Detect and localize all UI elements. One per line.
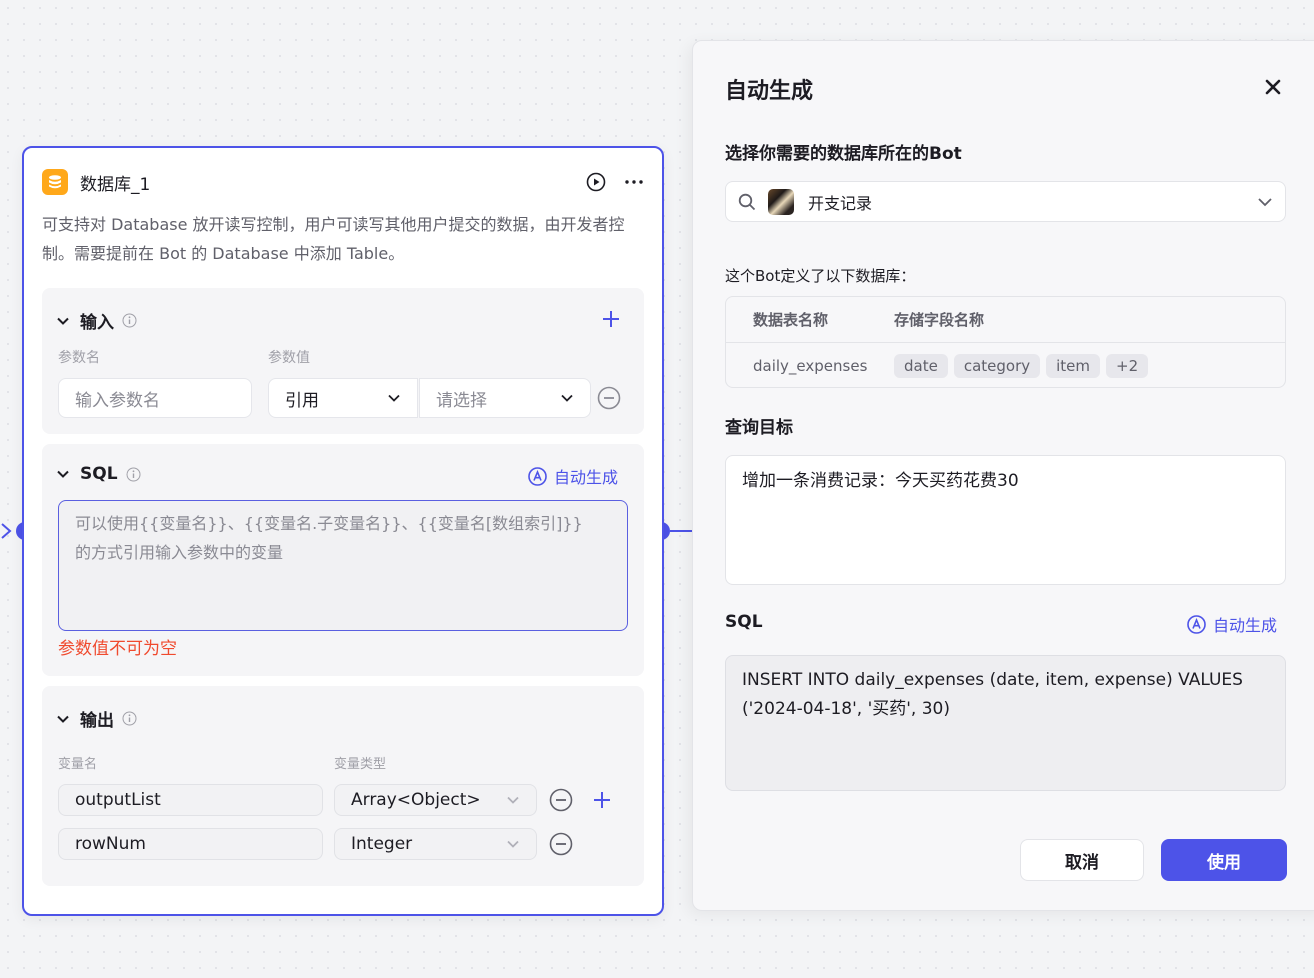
node-header: 数据库_1: [42, 168, 644, 196]
remove-output-icon[interactable]: [549, 788, 573, 812]
table-row: daily_expenses date category item +2: [726, 343, 1285, 387]
sql-section: SQL 自动生成 可以使用{{变量名}}、{{变量名.子变量名}}、{{变量名[…: [42, 444, 644, 676]
output-section: 输出 变量名 变量类型 outputList Array<Object> row…: [42, 686, 644, 886]
output-var-type-select: Integer: [334, 828, 537, 860]
sql-textarea[interactable]: 可以使用{{变量名}}、{{变量名.子变量名}}、{{变量名[数组索引]}} 的…: [58, 500, 628, 631]
output-section-header[interactable]: 输出: [56, 706, 137, 731]
auto-generate-label: 自动生成: [554, 468, 619, 487]
output-var-name-text: outputList: [75, 790, 161, 810]
sql-placeholder-line1: 可以使用{{变量名}}、{{变量名.子变量名}}、{{变量名[数组索引]}}: [75, 514, 583, 533]
bot-select-label: 选择你需要的数据库所在的Bot: [725, 144, 962, 164]
input-section-header[interactable]: 输入: [56, 308, 137, 333]
reference-select[interactable]: 请选择: [419, 378, 591, 418]
bot-avatar: [768, 188, 794, 215]
output-var-type-select: Array<Object>: [334, 784, 537, 816]
sql-placeholder-line2: 的方式引用输入参数中的变量: [75, 543, 284, 562]
input-section-title: 输入: [80, 313, 114, 333]
auto-generate-panel: 自动生成 选择你需要的数据库所在的Bot 开支记录 这个Bot定义了以下数据库：…: [692, 40, 1314, 911]
table-header-fields: 存储字段名称: [894, 311, 985, 329]
auto-generate-button[interactable]: 自动生成: [528, 464, 618, 488]
output-section-title: 输出: [80, 711, 114, 731]
more-fields-tag[interactable]: +2: [1106, 354, 1149, 378]
sql-error-message: 参数值不可为空: [58, 639, 177, 659]
output-var-name-text: rowNum: [75, 834, 146, 854]
chevron-down-icon: [56, 314, 70, 328]
chevron-down-icon: [506, 837, 520, 851]
generated-sql-box[interactable]: INSERT INTO daily_expenses (date, item, …: [725, 655, 1286, 791]
table-header-name: 数据表名称: [753, 311, 829, 329]
auto-generate-icon: [1187, 614, 1206, 634]
value-type-select[interactable]: 引用: [268, 378, 418, 418]
info-icon: [126, 467, 141, 482]
run-icon[interactable]: [586, 172, 606, 192]
var-type-label: 变量类型: [334, 757, 387, 772]
chevron-down-icon: [56, 467, 70, 481]
remove-output-icon[interactable]: [549, 832, 573, 856]
chevron-down-icon: [387, 391, 401, 405]
cancel-button[interactable]: 取消: [1020, 839, 1144, 881]
reference-placeholder: 请选择: [436, 390, 487, 411]
param-value-label: 参数值: [268, 350, 310, 366]
param-name-input[interactable]: 输入参数名: [58, 378, 252, 418]
node-description: 可支持对 Database 放开读写控制，用户可读写其他用户提交的数据，由开发者…: [42, 215, 625, 263]
panel-auto-generate-button[interactable]: 自动生成: [1187, 612, 1277, 636]
generated-sql-line1: INSERT INTO daily_expenses (date, item, …: [742, 670, 1243, 690]
search-icon: [738, 193, 756, 210]
info-icon: [122, 313, 137, 328]
auto-generate-icon: [528, 466, 547, 486]
field-tag: category: [953, 354, 1041, 378]
sql-section-header[interactable]: SQL: [56, 464, 141, 484]
bot-select[interactable]: 开支记录: [725, 181, 1286, 222]
output-var-type-text: Array<Object>: [351, 790, 481, 810]
value-type-text: 引用: [285, 390, 319, 411]
goal-text: 增加一条消费记录：今天买药花费30: [742, 471, 1019, 491]
node-title: 数据库_1: [80, 174, 151, 195]
chevron-down-icon: [560, 391, 574, 405]
sql-label: SQL: [725, 612, 763, 632]
chevron-down-icon: [506, 793, 520, 807]
goal-textarea[interactable]: 增加一条消费记录：今天买药花费30: [725, 455, 1286, 585]
incoming-edge-arrow: [1, 523, 12, 539]
more-icon[interactable]: [624, 172, 644, 192]
field-tag: date: [894, 354, 948, 378]
database-table: 数据表名称 存储字段名称 daily_expenses date categor…: [725, 296, 1286, 388]
sql-section-title: SQL: [80, 464, 118, 484]
database-icon: [42, 169, 68, 195]
database-note: 这个Bot定义了以下数据库：: [725, 267, 916, 285]
add-output-icon[interactable]: [590, 788, 614, 812]
table-name-cell: daily_expenses: [753, 357, 868, 375]
generated-sql-line2: ('2024-04-18', '买药', 30): [742, 699, 951, 719]
panel-auto-generate-label: 自动生成: [1213, 616, 1278, 635]
table-header-row: 数据表名称 存储字段名称: [726, 297, 1285, 343]
var-name-label: 变量名: [58, 757, 98, 772]
add-input-icon[interactable]: [600, 308, 622, 330]
field-tags: date category item +2: [894, 354, 1149, 378]
outgoing-edge: [670, 530, 692, 532]
use-button[interactable]: 使用: [1161, 839, 1287, 881]
goal-label: 查询目标: [725, 418, 793, 438]
output-var-name: rowNum: [58, 828, 323, 860]
chevron-down-icon: [56, 712, 70, 726]
close-icon[interactable]: [1264, 78, 1282, 100]
database-node[interactable]: 数据库_1 可支持对 Database 放开读写控制，用户可读写其他用户提交的数…: [22, 146, 664, 916]
remove-input-icon[interactable]: [597, 386, 621, 410]
info-icon: [122, 711, 137, 726]
panel-title: 自动生成: [725, 79, 814, 104]
output-var-name: outputList: [58, 784, 323, 816]
param-name-label: 参数名: [58, 350, 100, 366]
chevron-down-icon: [1257, 194, 1273, 210]
param-name-placeholder: 输入参数名: [75, 390, 160, 411]
input-section: 输入 参数名 参数值 输入参数名 引用 请选择: [42, 288, 644, 434]
bot-name: 开支记录: [808, 193, 873, 213]
field-tag: item: [1046, 354, 1101, 378]
output-var-type-text: Integer: [351, 834, 413, 854]
